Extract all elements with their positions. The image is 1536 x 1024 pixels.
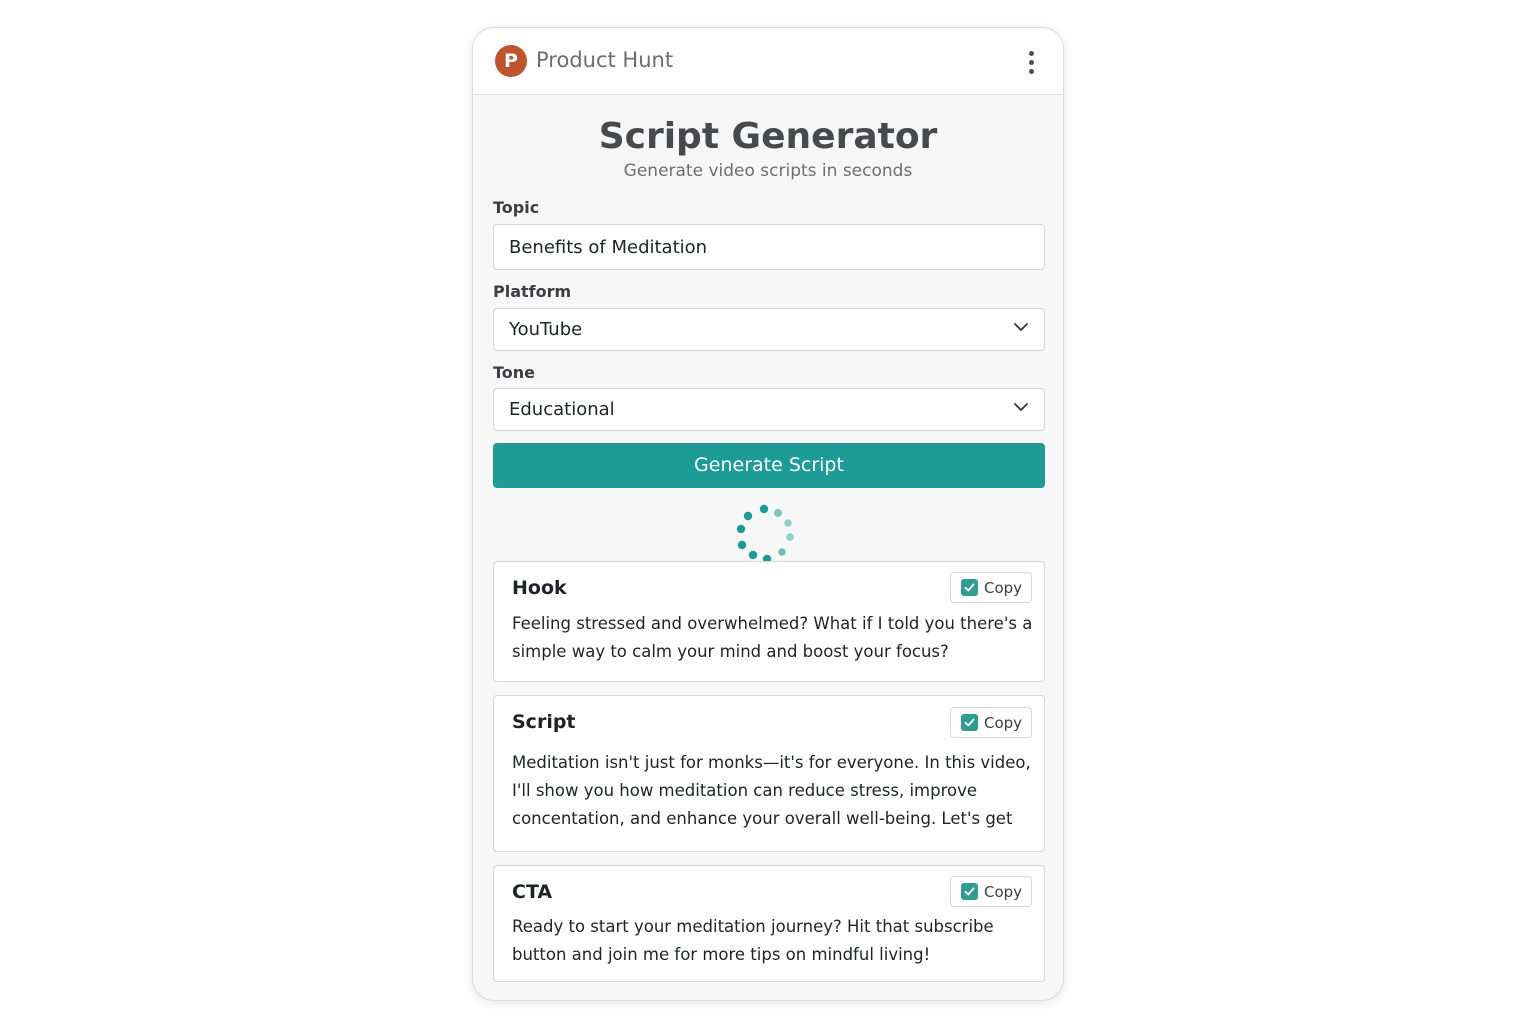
checkbox-checked-icon — [961, 883, 978, 900]
platform-select[interactable]: YouTube — [493, 308, 1045, 351]
tone-label: Tone — [493, 363, 536, 382]
script-text: Meditation isn't just for monks—it's for… — [512, 753, 1031, 828]
copy-label: Copy — [984, 578, 1023, 597]
platform-label: Platform — [493, 282, 572, 301]
script-card: Script Copy Meditation isn't just for mo… — [493, 695, 1045, 852]
hook-text: Feeling stressed and overwhelmed? What i… — [512, 614, 1033, 661]
script-generator-panel: P Product Hunt Script Generator Generate… — [472, 27, 1064, 1001]
brand-name: Product Hunt — [536, 48, 674, 72]
product-hunt-logo[interactable]: P — [495, 45, 527, 77]
cta-copy-button[interactable]: Copy — [950, 876, 1032, 907]
page-subtitle: Generate video scripts in seconds — [623, 161, 913, 181]
hook-card: Hook Copy Feeling stressed and overwhelm… — [493, 561, 1045, 682]
script-card-title: Script — [512, 711, 576, 733]
kebab-menu-icon[interactable] — [1019, 46, 1043, 78]
script-copy-button[interactable]: Copy — [950, 707, 1032, 738]
copy-label: Copy — [984, 713, 1023, 732]
hook-copy-button[interactable]: Copy — [950, 572, 1032, 603]
tone-select-value: Educational — [509, 399, 615, 420]
tone-select[interactable]: Educational — [493, 388, 1045, 431]
checkbox-checked-icon — [961, 714, 978, 731]
loading-spinner-icon — [736, 504, 794, 564]
cta-card-title: CTA — [512, 881, 553, 903]
page-title: Script Generator — [598, 116, 938, 157]
chevron-down-icon — [1014, 400, 1028, 414]
topic-label: Topic — [493, 198, 540, 217]
hook-card-title: Hook — [512, 577, 567, 599]
copy-label: Copy — [984, 882, 1023, 901]
cta-text: Ready to start your meditation journey? … — [512, 917, 994, 964]
top-bar: P Product Hunt — [473, 28, 1063, 95]
topic-input-value: Benefits of Meditation — [509, 236, 708, 258]
checkbox-checked-icon — [961, 579, 978, 596]
generate-script-button[interactable]: Generate Script — [493, 443, 1045, 488]
cta-card: CTA Copy Ready to start your meditation … — [493, 865, 1045, 982]
platform-select-value: YouTube — [509, 319, 583, 340]
topic-input[interactable]: Benefits of Meditation — [493, 224, 1045, 270]
chevron-down-icon — [1014, 320, 1028, 334]
